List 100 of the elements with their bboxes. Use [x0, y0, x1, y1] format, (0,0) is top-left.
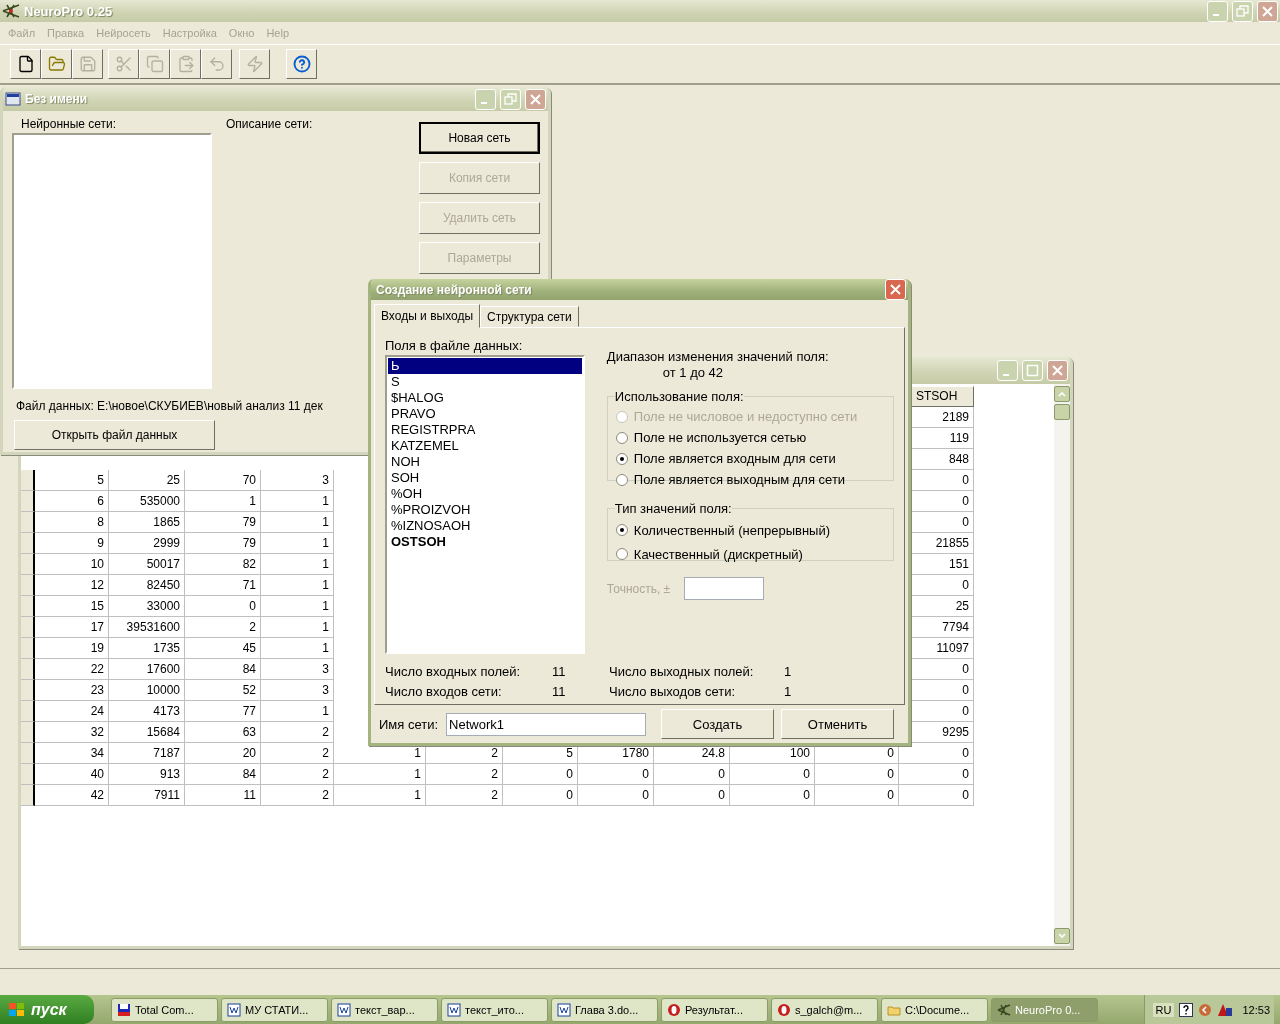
table-cell: 10 — [35, 554, 109, 575]
list-item[interactable]: SOH — [388, 470, 582, 486]
list-item[interactable]: NOH — [388, 454, 582, 470]
table-cell: 20 — [185, 743, 261, 764]
table-cell: 82 — [185, 554, 261, 575]
count-label: Число входных полей: — [385, 664, 522, 679]
taskbar-button[interactable]: МУ СТАТИ... — [221, 997, 328, 1022]
list-item[interactable]: S — [388, 374, 582, 390]
taskbar-button[interactable]: Результат... — [661, 997, 768, 1022]
open-file-button[interactable]: Открыть файл данных — [14, 420, 215, 450]
tab[interactable]: Входы и выходы — [374, 304, 481, 328]
table-cell: 0 — [503, 785, 578, 806]
table-cell: 50017 — [109, 554, 185, 575]
table-cell: 913 — [109, 764, 185, 785]
list-item[interactable]: Ь — [388, 358, 582, 374]
list-item[interactable]: OSTSOH — [388, 534, 582, 550]
table-cell: 42 — [35, 785, 109, 806]
count-label: Число выходов сети: — [609, 684, 736, 699]
count-value: 11 — [552, 664, 567, 679]
radio-label: Качественный (дискретный) — [633, 546, 803, 562]
table-cell: 2 — [261, 785, 334, 806]
taskbar-button[interactable]: Total Com... — [111, 997, 218, 1022]
radio-label: Поле является входным для сети — [633, 451, 836, 466]
table-cell: 17600 — [109, 659, 185, 680]
range-value: от 1 до 42 — [662, 365, 725, 380]
list-item[interactable]: REGISTRPRA — [388, 422, 582, 438]
table-cell: 1 — [261, 575, 334, 596]
list-item[interactable]: KATZEMEL — [388, 438, 582, 454]
table-cell: 39531600 — [109, 617, 185, 638]
table-cell: 0 — [815, 785, 899, 806]
table-cell: 8 — [35, 512, 109, 533]
field-list[interactable]: Ь S $HALOG PRAVO REGISTRPRA KATZEMEL NOH SOH %OH %PROIZVOH %IZNOSAOH OSTSOH — [385, 355, 585, 654]
table-cell: 0 — [503, 764, 578, 785]
table-cell: 2 — [261, 764, 334, 785]
table-cell: 0 — [578, 785, 654, 806]
table-cell: 32 — [35, 722, 109, 743]
table-cell: 3 — [261, 659, 334, 680]
table-cell: 6 — [35, 491, 109, 512]
name-field[interactable]: Network1 — [446, 712, 647, 736]
table-cell: 0 — [578, 764, 654, 785]
table-cell: 1 — [261, 701, 334, 722]
table-cell: 0 — [899, 785, 974, 806]
cancel-button[interactable]: Отменить — [781, 709, 895, 739]
table-cell: 71 — [185, 575, 261, 596]
table-cell: 1 — [261, 596, 334, 617]
table-cell: 1 — [261, 617, 334, 638]
table-cell: 1865 — [109, 512, 185, 533]
table-cell: 2999 — [109, 533, 185, 554]
table-cell: 79 — [185, 512, 261, 533]
table-cell: 2 — [261, 743, 334, 764]
count-label: Число выходных полей: — [609, 664, 755, 679]
table-cell: 33000 — [109, 596, 185, 617]
table-cell: 79 — [185, 533, 261, 554]
table-cell: 25 — [109, 470, 185, 491]
table-cell: 12 — [35, 575, 109, 596]
table-cell: 9 — [35, 533, 109, 554]
data-file-path: Файл данных: E:\новое\СКУБИЕВ\новый анализ 11 дек — [16, 399, 324, 413]
list-item[interactable]: %PROIZVOH — [388, 502, 582, 518]
table-cell: 10000 — [109, 680, 185, 701]
table-cell: 1 — [334, 785, 426, 806]
group-title: Тип значений поля: — [614, 501, 732, 516]
table-cell: 1 — [261, 533, 334, 554]
description-label: Описание сети: — [225, 117, 314, 131]
table-cell: 24 — [35, 701, 109, 722]
table-cell: 40 — [35, 764, 109, 785]
table-cell: 52 — [185, 680, 261, 701]
taskbar-button[interactable]: текст_вар... — [331, 997, 438, 1022]
table-cell: 1735 — [109, 638, 185, 659]
action-button[interactable]: Новая сеть — [419, 122, 540, 154]
table-cell: 17 — [35, 617, 109, 638]
list-item[interactable]: %IZNOSAOH — [388, 518, 582, 534]
table-cell: 77 — [185, 701, 261, 722]
table-cell: 1 — [261, 554, 334, 575]
table-cell: 1 — [261, 512, 334, 533]
table-cell: 2 — [185, 617, 261, 638]
list-item[interactable]: %OH — [388, 486, 582, 502]
taskbar-button[interactable]: s_galch@m... — [771, 997, 878, 1022]
table-cell: 1 — [261, 638, 334, 659]
table-cell: 70 — [185, 470, 261, 491]
start-button[interactable]: пуск — [0, 995, 94, 1024]
list-item[interactable]: PRAVO — [388, 406, 582, 422]
table-cell: 7187 — [109, 743, 185, 764]
table-cell: 4173 — [109, 701, 185, 722]
taskbar-button[interactable]: Глава 3.do... — [551, 997, 658, 1022]
table-cell: 45 — [185, 638, 261, 659]
table-cell: 0 — [730, 785, 815, 806]
list-item[interactable]: $HALOG — [388, 390, 582, 406]
taskbar-button[interactable]: текст_ито... — [441, 997, 548, 1022]
taskbar-button[interactable]: C:\Docume... — [881, 997, 988, 1022]
table-cell: 84 — [185, 659, 261, 680]
clock: 12:53 — [1241, 1003, 1271, 1016]
precision-label: Точность, ± — [606, 581, 671, 596]
language-indicator[interactable]: RU — [1152, 1002, 1175, 1017]
table-cell: 0 — [730, 764, 815, 785]
tab[interactable]: Структура сети — [480, 306, 579, 327]
table-cell: 34 — [35, 743, 109, 764]
list-label: Нейронные сети: — [21, 117, 118, 131]
create-button[interactable]: Создать — [661, 709, 775, 739]
range-label: Диапазон изменения значений поля: — [606, 349, 830, 364]
count-value: 11 — [552, 684, 567, 699]
